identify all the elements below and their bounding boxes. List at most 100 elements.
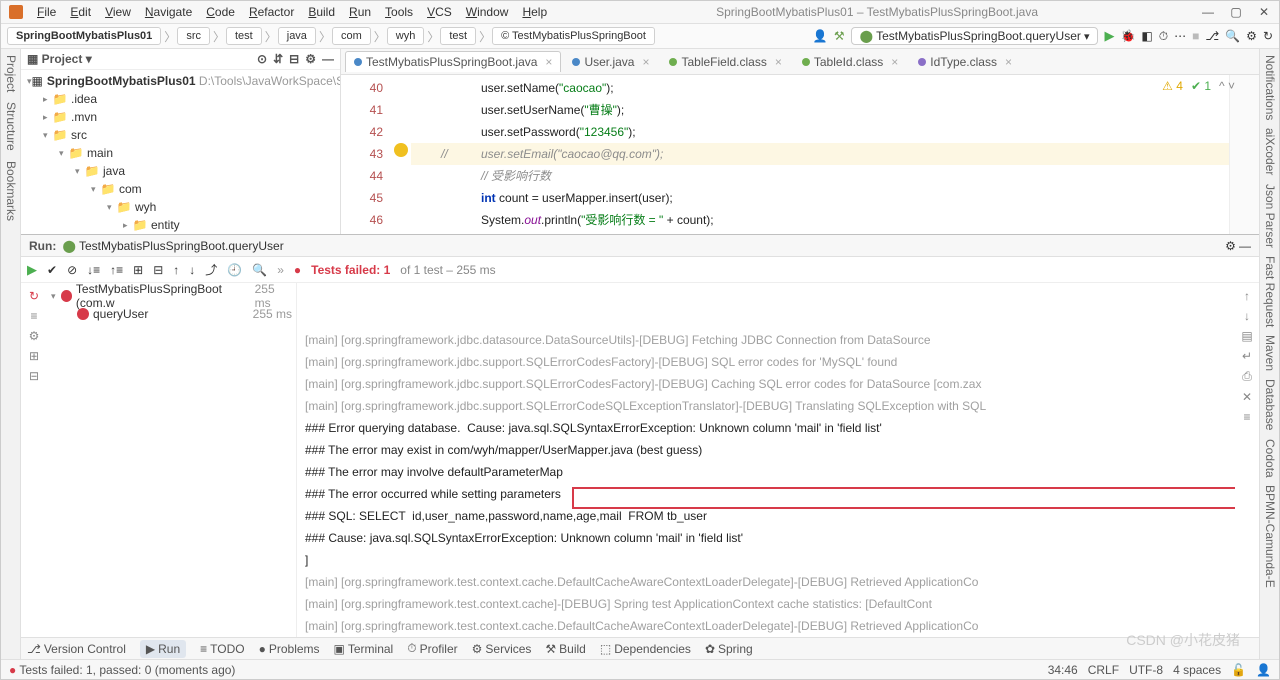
menu-run[interactable]: Run [343,3,377,21]
hammer-icon[interactable]: ⚒ [834,29,845,43]
bottom-tab-terminal[interactable]: ▣ Terminal [334,642,394,656]
crumb-4[interactable]: com [332,27,371,45]
settings-icon[interactable]: ⚙ [1246,29,1257,43]
bottom-tab-services[interactable]: ⚙ Services [472,642,532,656]
more-button[interactable]: ⋯ [1174,29,1186,43]
inspect-icon[interactable]: 👤 [1256,663,1271,677]
menu-bar[interactable]: FileEditViewNavigateCodeRefactorBuildRun… [31,3,553,21]
menu-window[interactable]: Window [460,3,515,21]
bottom-tab-spring[interactable]: ✿ Spring [705,642,753,656]
hide-icon[interactable]: — [322,52,334,66]
maximize-icon[interactable]: ▢ [1229,5,1243,19]
menu-vcs[interactable]: VCS [421,3,458,21]
menu-file[interactable]: File [31,3,62,21]
test-tree[interactable]: ▾TestMybatisPlusSpringBoot (com.w255 ms … [47,283,297,637]
left-tool-stripe[interactable]: Project Structure Bookmarks [1,49,21,659]
bottom-tab-run[interactable]: ▶ Run [140,640,186,658]
right-tool-stripe[interactable]: Notifications aiXcoder Json Parser Fast Req… [1259,49,1279,659]
project-pane: ▦ Project ▾ ⊙ ⇵ ⊟ ⚙ — ▾▦SpringBootMybati… [21,49,341,234]
right-tool-codota[interactable]: Codota [1262,439,1277,478]
select-opened-icon[interactable]: ⊙ [257,52,267,66]
bottom-tool-tabs[interactable]: ⎇ Version Control ▶ Run ≡ TODO ● Problems ▣ … [21,637,1259,659]
expand-icon[interactable]: ⇵ [273,52,283,66]
crumb-0[interactable]: SpringBootMybatisPlus01 [7,27,161,45]
right-tool-fast-request[interactable]: Fast Request [1262,256,1277,327]
gear-icon[interactable]: ⚙ [1225,239,1236,253]
close-icon[interactable]: ✕ [1257,5,1271,19]
crumb-5[interactable]: wyh [387,27,425,45]
menu-edit[interactable]: Edit [64,3,97,21]
right-tool-database[interactable]: Database [1262,379,1277,430]
menu-help[interactable]: Help [516,3,553,21]
bottom-tab-problems[interactable]: ● Problems [259,642,320,656]
stop-button[interactable]: ■ [1192,29,1199,43]
readonly-icon[interactable]: 🔓 [1231,663,1246,677]
minimize-icon[interactable]: — [1201,5,1215,19]
crumb-3[interactable]: java [278,27,316,45]
menu-navigate[interactable]: Navigate [139,3,198,21]
tab-3[interactable]: TableId.class× [793,51,907,72]
tab-2[interactable]: TableField.class× [660,51,790,72]
tab-1[interactable]: User.java× [563,51,658,72]
right-tool-notifications[interactable]: Notifications [1262,55,1277,120]
encoding[interactable]: UTF-8 [1129,663,1163,677]
line-sep[interactable]: CRLF [1088,663,1119,677]
debug-button[interactable]: 🐞 [1120,29,1135,43]
status-bar: ● Tests failed: 1, passed: 0 (moments ag… [1,659,1279,679]
run-side-toolbar[interactable]: ↻≡⚙⊞⊟ [21,283,47,637]
bottom-tab-todo[interactable]: ≡ TODO [200,642,244,656]
coverage-button[interactable]: ◧ [1141,29,1152,43]
editor-pane: TestMybatisPlusSpringBoot.java×User.java… [341,49,1259,234]
left-tool-project[interactable]: Project [3,55,18,92]
bottom-tab-dependencies[interactable]: ⬚ Dependencies [600,642,691,656]
left-tool-structure[interactable]: Structure [3,102,18,151]
bottom-tab-build[interactable]: ⚒ Build [545,642,585,656]
right-tool-bpmn-camunda-e[interactable]: BPMN-Camunda-E [1262,485,1277,588]
right-tool-maven[interactable]: Maven [1262,335,1277,371]
run-toolbar[interactable]: ▶ ✔ ⊘ ↓≡↑≡ ⊞⊟ ↑↓ ⤴ 🕘 🔍 » ● Tests failed:… [21,257,1259,283]
tab-0[interactable]: TestMybatisPlusSpringBoot.java× [345,51,561,72]
editor-tabs[interactable]: TestMybatisPlusSpringBoot.java×User.java… [341,49,1259,75]
status-dot: ● [9,663,16,677]
menu-build[interactable]: Build [302,3,341,21]
console-output[interactable]: [main] [org.springframework.jdbc.datasou… [297,283,1235,637]
menu-code[interactable]: Code [200,3,241,21]
left-tool-bookmarks[interactable]: Bookmarks [3,161,18,221]
right-tool-aixcoder[interactable]: aiXcoder [1262,128,1277,175]
bulb-icon[interactable] [394,143,408,157]
right-tool-json-parser[interactable]: Json Parser [1262,184,1277,248]
project-tab[interactable]: ▦ Project ▾ [27,52,92,66]
bottom-tab-profiler[interactable]: ⏱ Profiler [407,641,457,656]
rerun-button: ▶ [27,262,37,278]
crumb-7[interactable]: © TestMybatisPlusSpringBoot [492,27,655,45]
console-toolbar[interactable]: ↑↓▤↵⎙✕≡ [1235,283,1259,637]
code-area[interactable]: user.setName("caocao"); user.setUserName… [411,75,1229,234]
sort-icon: ↓≡ [87,263,100,277]
indent[interactable]: 4 spaces [1173,663,1221,677]
profile-button[interactable]: ⏱ [1159,29,1168,44]
git-button[interactable]: ⎇ [1205,29,1219,43]
project-tree[interactable]: ▾▦SpringBootMybatisPlus01 D:\Tools\JavaW… [21,70,340,234]
menu-tools[interactable]: Tools [379,3,419,21]
crumb-1[interactable]: src [177,27,210,45]
sync-icon[interactable]: ↻ [1263,29,1273,43]
app-icon [9,5,23,19]
tab-4[interactable]: IdType.class× [909,51,1021,72]
menu-refactor[interactable]: Refactor [243,3,300,21]
export-icon: ⤴ [205,261,217,278]
caret-position[interactable]: 34:46 [1048,663,1078,677]
toggle-pass-icon: ✔ [47,263,57,277]
user-icon[interactable]: 👤 [813,29,828,43]
hide-panel-icon[interactable]: — [1239,239,1251,253]
crumb-6[interactable]: test [440,27,476,45]
bottom-tab-version-control[interactable]: ⎇ Version Control [27,642,126,656]
crumb-2[interactable]: test [226,27,262,45]
minimap[interactable] [1229,75,1259,234]
run-button[interactable]: ▶ [1104,28,1114,44]
menu-view[interactable]: View [99,3,137,21]
inspection-indicators[interactable]: ⚠ 4 ✔ 1 ^ ˅ [1162,79,1235,93]
search-icon[interactable]: 🔍 [1225,29,1240,43]
run-config-combo[interactable]: ⬤ TestMybatisPlusSpringBoot.queryUser ▾ [851,27,1099,45]
collapse-icon[interactable]: ⊟ [289,52,299,66]
gear-icon[interactable]: ⚙ [305,52,316,66]
